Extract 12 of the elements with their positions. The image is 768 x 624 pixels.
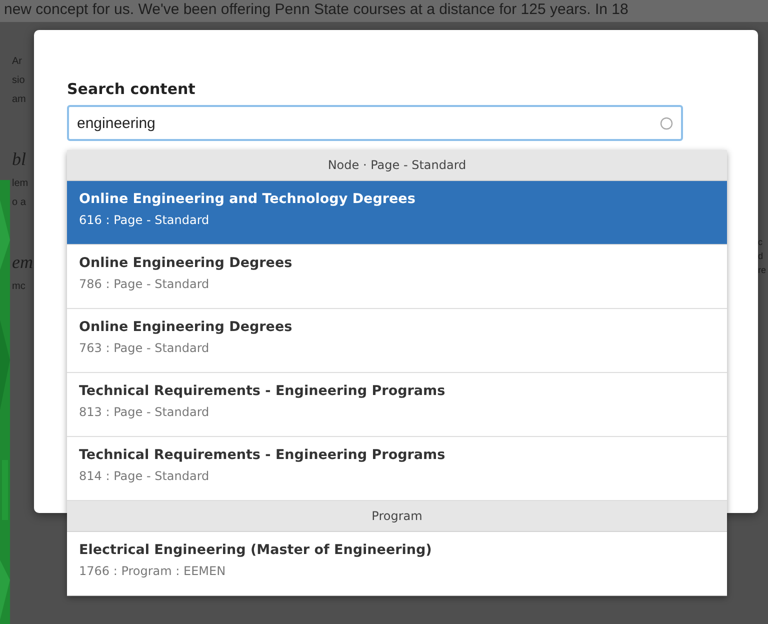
- group-heading: Program: [67, 501, 727, 532]
- result-item[interactable]: Online Engineering Degrees 786 : Page - Standard: [67, 245, 727, 309]
- result-item[interactable]: Technical Requirements - Engineering Programs 814 : Page - Standard: [67, 437, 727, 501]
- field-label: Search content: [67, 80, 196, 98]
- group-heading: Node · Page - Standard: [67, 150, 727, 181]
- page-text: new concept for us. We've been offering Penn State courses at a distance for 125 years. In 18: [0, 0, 768, 22]
- result-item[interactable]: Electrical Engineering (Master of Engineering) 1766 : Program : EEMEN: [67, 532, 727, 596]
- result-item[interactable]: Technical Requirements - Engineering Programs 813 : Page - Standard: [67, 373, 727, 437]
- result-item[interactable]: Online Engineering Degrees 763 : Page - Standard: [67, 309, 727, 373]
- search-field[interactable]: engineering: [67, 105, 683, 141]
- result-item[interactable]: Online Engineering and Technology Degrees 616 : Page - Standard: [67, 181, 727, 245]
- spinner-icon: [660, 117, 673, 130]
